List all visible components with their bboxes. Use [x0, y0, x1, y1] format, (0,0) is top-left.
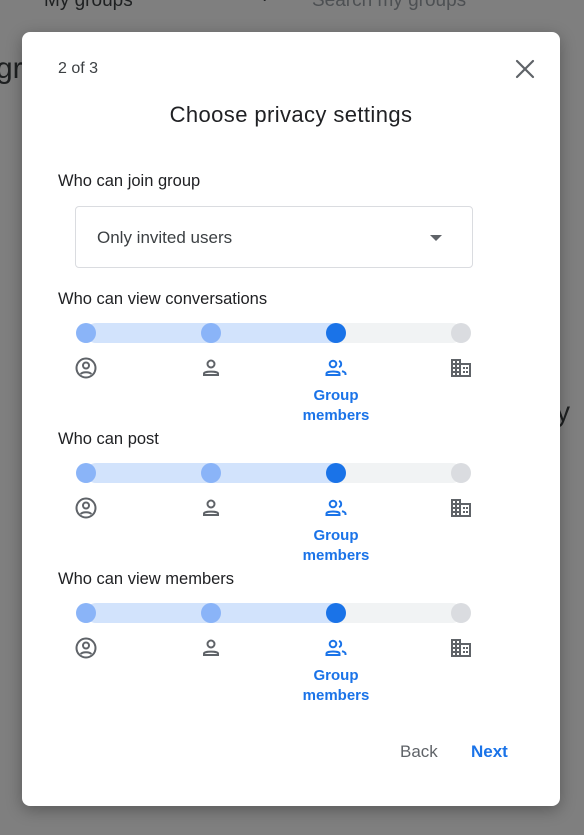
close-icon — [515, 59, 535, 79]
slider-stop-users[interactable] — [201, 603, 221, 623]
view-conversations-slider[interactable]: Group members — [75, 322, 474, 432]
privacy-settings-dialog: 2 of 3 Choose privacy settings Who can j… — [22, 32, 560, 806]
organization-icon — [451, 359, 471, 377]
slider-stop-group-members[interactable] — [326, 603, 346, 623]
back-button[interactable]: Back — [400, 742, 438, 762]
slider-selected-label: Group members — [302, 387, 370, 424]
slider-stop-managers[interactable] — [76, 463, 96, 483]
managers-icon — [75, 357, 97, 379]
join-group-selected-value: Only invited users — [97, 228, 233, 247]
group-members-icon — [325, 359, 347, 376]
person-icon — [203, 639, 219, 656]
managers-icon — [75, 637, 97, 659]
slider-stop-organization[interactable] — [451, 603, 471, 623]
person-icon — [203, 359, 219, 376]
who-can-post-label: Who can post — [58, 430, 159, 448]
slider-stop-users[interactable] — [201, 463, 221, 483]
dialog-title: Choose privacy settings — [169, 102, 413, 127]
who-can-post-slider[interactable]: Group members — [75, 462, 474, 572]
join-group-label: Who can join group — [58, 172, 201, 190]
next-button[interactable]: Next — [471, 742, 508, 762]
group-members-icon — [325, 499, 347, 516]
slider-stop-group-members[interactable] — [326, 323, 346, 343]
managers-icon — [75, 497, 97, 519]
view-members-label: Who can view members — [58, 570, 235, 588]
person-icon — [203, 499, 219, 516]
group-members-icon — [325, 639, 347, 656]
slider-stop-organization[interactable] — [451, 323, 471, 343]
close-button[interactable] — [510, 54, 540, 84]
view-members-slider[interactable]: Group members — [75, 602, 474, 712]
view-conversations-label: Who can view conversations — [58, 290, 268, 308]
organization-icon — [451, 639, 471, 657]
organization-icon — [451, 499, 471, 517]
slider-stop-users[interactable] — [201, 323, 221, 343]
dropdown-arrow-icon — [430, 235, 442, 241]
slider-stop-managers[interactable] — [76, 323, 96, 343]
step-indicator: 2 of 3 — [58, 60, 99, 77]
slider-selected-label: Group members — [302, 667, 370, 704]
slider-selected-label: Group members — [302, 527, 370, 564]
join-group-select[interactable]: Only invited users — [75, 206, 473, 268]
slider-stop-organization[interactable] — [451, 463, 471, 483]
slider-stop-managers[interactable] — [76, 603, 96, 623]
slider-stop-group-members[interactable] — [326, 463, 346, 483]
